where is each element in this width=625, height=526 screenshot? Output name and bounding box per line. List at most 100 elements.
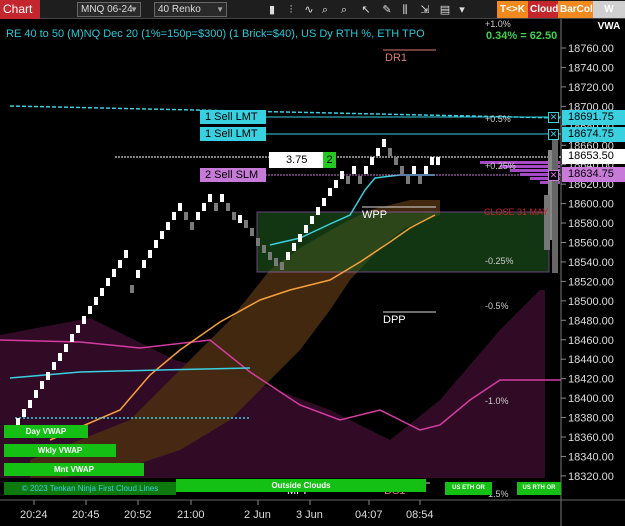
price-flag-last: 18653.50 [562,149,625,164]
time-tick-label: 21:00 [177,509,205,521]
mnt-vwap-bar: Mnt VWAP [4,463,144,476]
chart-toolbar: Chart MNQ 06-24 ▼ 40 Renko ▼ ▮ ⫶ ∿ ⌕ ⌕ ↖… [0,0,625,32]
price-tick-label: 18580.00 [568,218,614,230]
renko-brick [124,250,128,258]
menu-icon[interactable]: ▾ [455,2,469,17]
price-tick-label: 18500.00 [568,296,614,308]
m05-label: -0.5% [485,301,509,311]
day-vwap-bar: Day VWAP [4,425,88,438]
renko-brick [376,148,380,156]
renko-brick [364,166,368,174]
renko-brick [166,222,170,230]
time-tick-label: 20:52 [124,509,152,521]
renko-brick [106,278,110,286]
renko-brick [286,252,290,260]
indicator-icon[interactable]: ∿ [302,2,316,17]
time-tick-label: 3 Jun [296,509,323,521]
renko-brick [196,212,200,220]
time-tick-label: 20:24 [20,509,48,521]
renko-brick [400,166,404,174]
renko-brick [346,176,350,184]
order-panel-icon[interactable]: ▤ [438,2,452,17]
renko-brick [358,176,362,184]
renko-brick [190,222,194,230]
renko-brick [178,203,182,211]
bars-type-icon[interactable]: ⫶ [284,2,298,17]
barcol-button[interactable]: BarCol [558,1,593,18]
p05-label: +0.5% [485,114,511,124]
renko-brick [292,243,296,251]
renko-brick [88,306,92,314]
renko-brick [130,285,134,293]
sell-slm-order[interactable]: 2 Sell SLM [200,168,266,182]
renko-brick [226,203,230,211]
renko-brick [142,260,146,268]
renko-brick [370,157,374,165]
close-icon[interactable]: ✕ [548,129,559,140]
m10-label: -1.0% [485,396,509,406]
time-axis: 20:24 20:45 20:52 21:00 2 Jun 3 Jun 04:07 08:54 [20,500,434,521]
renko-brick [100,288,104,296]
close-label: CLOSE 31 MAY [484,207,548,217]
renko-brick [232,212,236,220]
top-pct-label: +1.0% [485,19,511,29]
renko-brick [298,234,302,242]
time-tick-label: 04:07 [355,509,383,521]
price-tick-label: 18340.00 [568,451,614,463]
sell-lmt-order-2[interactable]: 1 Sell LMT [200,127,266,141]
renko-brick [268,252,272,260]
vwap-button[interactable]: W VWA [593,1,625,32]
renko-brick [40,381,44,389]
renko-brick [52,362,56,370]
price-tick-label: 18480.00 [568,315,614,327]
renko-brick [214,203,218,211]
p025-label: +0.25% [485,161,516,171]
renko-brick [22,409,26,417]
properties-icon[interactable]: ⫼ [398,2,412,17]
instrument-selector[interactable]: MNQ 06-24 ▼ [77,2,141,17]
price-tick-label: 18320.00 [568,471,614,483]
price-axis: 18760.0018740.0018720.0018700.0018680.00… [561,43,614,483]
instrument-label: MNQ 06-24 [81,4,133,15]
zoom-in-icon[interactable]: ⌕ [318,2,332,17]
renko-brick [394,157,398,165]
renko-brick [118,260,122,268]
cursor-icon[interactable]: ↖ [359,2,373,17]
price-tick-label: 18380.00 [568,413,614,425]
renko-brick [256,238,260,246]
renko-brick [34,390,38,398]
renko-brick [388,148,392,156]
position-value-box[interactable]: 3.75 [269,152,326,168]
period-selector[interactable]: 40 Renko ▼ [154,2,227,17]
renko-brick [238,215,242,223]
strategy-icon[interactable]: ⇲ [418,2,432,17]
price-tick-label: 18600.00 [568,199,614,211]
renko-brick [220,194,224,202]
renko-brick [28,400,32,408]
cyan-dashed-line [9,105,562,119]
renko-brick [112,269,116,277]
renko-brick [352,166,356,174]
renko-brick [340,171,344,179]
close-icon[interactable]: ✕ [548,112,559,123]
position-qty-box[interactable]: 2 [323,152,336,168]
sell-lmt-order-1[interactable]: 1 Sell LMT [200,110,266,124]
zoom-out-icon[interactable]: ⌕ [337,2,351,17]
renko-brick [172,212,176,220]
draw-icon[interactable]: ✎ [380,2,394,17]
tk-button[interactable]: T<>K [497,1,528,18]
price-tick-label: 18540.00 [568,257,614,269]
price-tick-label: 18360.00 [568,432,614,444]
renko-brick [322,198,326,206]
close-icon[interactable]: ✕ [548,170,559,181]
chevron-down-icon: ▼ [216,5,224,14]
renko-brick [274,258,278,266]
us-rth-or-bar: US RTH OR [517,482,561,495]
price-flag-sell-lmt-1: 18691.75 [562,110,625,125]
bars-icon[interactable]: ▮ [265,2,279,17]
price-tick-label: 18720.00 [568,82,614,94]
price-tick-label: 18740.00 [568,62,614,74]
cloud-button[interactable]: Cloud [528,1,558,18]
renko-brick [82,316,86,324]
renko-brick [244,220,248,228]
